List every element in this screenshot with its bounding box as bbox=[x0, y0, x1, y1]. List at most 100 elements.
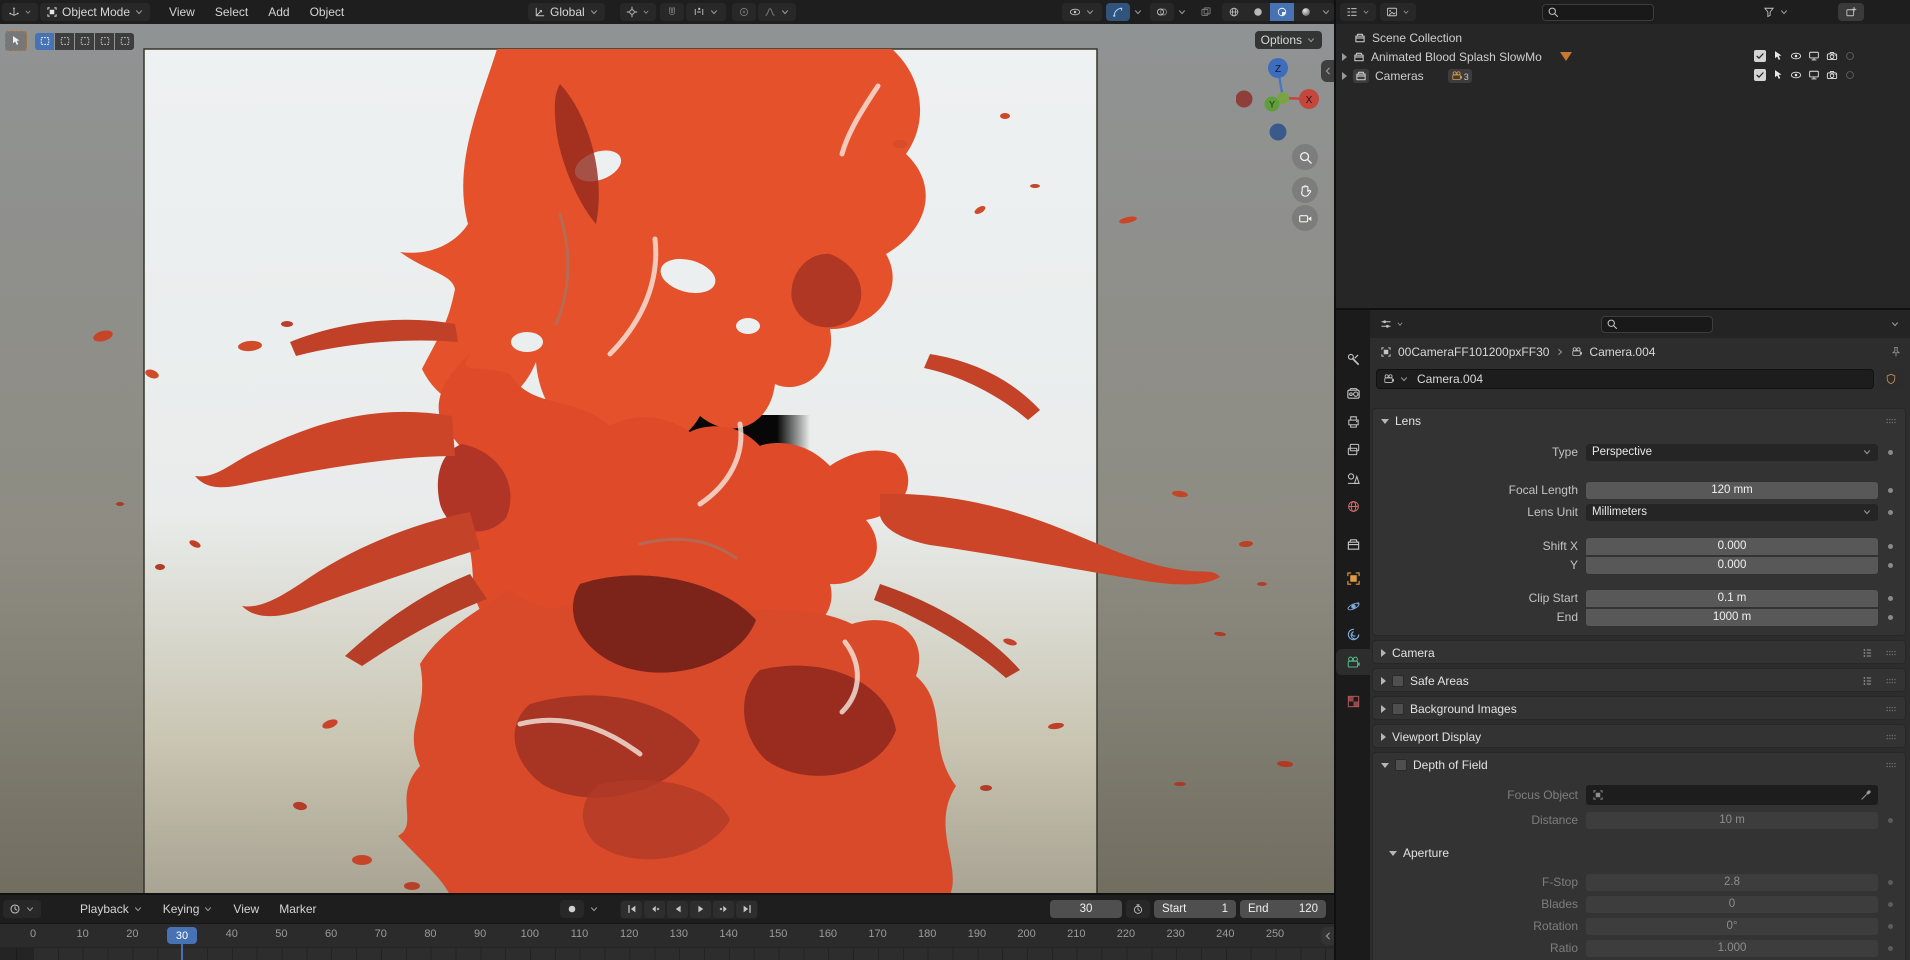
viewport-3d[interactable]: Options Y Z X bbox=[0, 24, 1334, 895]
overlays-dropdown[interactable] bbox=[1174, 3, 1190, 21]
select-mode-extend-button[interactable] bbox=[55, 32, 74, 50]
grip-dots-icon[interactable] bbox=[1885, 415, 1897, 427]
lens-panel-header[interactable]: Lens bbox=[1373, 409, 1905, 433]
overlays-toggle[interactable] bbox=[1150, 3, 1174, 21]
tab-object[interactable] bbox=[1336, 565, 1370, 591]
select-mode-set-button[interactable] bbox=[35, 32, 54, 50]
shading-solid-button[interactable] bbox=[1246, 3, 1270, 21]
holdout-circle-icon[interactable] bbox=[1844, 50, 1856, 62]
blades-slider[interactable]: 0 bbox=[1586, 895, 1878, 913]
animate-dot[interactable] bbox=[1888, 923, 1893, 929]
camera-panel-header[interactable]: Camera bbox=[1373, 641, 1905, 665]
snap-toggle[interactable] bbox=[660, 3, 684, 21]
camera-view-button[interactable] bbox=[1292, 205, 1318, 231]
tab-view-layer[interactable] bbox=[1336, 436, 1370, 462]
tab-tool[interactable] bbox=[1336, 346, 1370, 372]
depth-of-field-panel-header[interactable]: Depth of Field bbox=[1373, 753, 1905, 777]
grip-dots-icon[interactable] bbox=[1885, 647, 1897, 659]
next-keyframe-button[interactable] bbox=[713, 900, 734, 918]
tab-collection[interactable] bbox=[1336, 531, 1370, 557]
animate-dot[interactable] bbox=[1888, 901, 1893, 907]
frame-end-field[interactable]: End 120 bbox=[1240, 900, 1326, 918]
outliner-search[interactable] bbox=[1542, 3, 1654, 21]
proportional-edit-toggle[interactable] bbox=[732, 3, 756, 21]
render-disable-icon[interactable] bbox=[1826, 50, 1838, 62]
frame-start-field[interactable]: Start 1 bbox=[1154, 900, 1236, 918]
select-mode-intersect-button[interactable] bbox=[115, 32, 134, 50]
clip-start-slider[interactable]: 0.1 m bbox=[1586, 589, 1878, 607]
gizmos-toggle[interactable] bbox=[1106, 3, 1130, 21]
presets-list-icon[interactable] bbox=[1861, 647, 1873, 659]
render-disable-icon[interactable] bbox=[1826, 69, 1838, 81]
selectable-cursor-icon[interactable] bbox=[1772, 69, 1784, 81]
safe-areas-checkbox[interactable] bbox=[1392, 675, 1404, 687]
type-dropdown[interactable]: Perspective bbox=[1586, 443, 1878, 461]
tab-physics[interactable] bbox=[1336, 593, 1370, 619]
properties-search-input[interactable] bbox=[1621, 318, 1708, 330]
previous-keyframe-button[interactable] bbox=[644, 900, 665, 918]
editor-type-button[interactable] bbox=[2, 3, 38, 21]
proportional-falloff-dropdown[interactable] bbox=[758, 3, 796, 21]
rotation-slider[interactable]: 0° bbox=[1586, 917, 1878, 935]
fake-user-button[interactable] bbox=[1878, 369, 1904, 389]
new-collection-button[interactable] bbox=[1838, 3, 1864, 21]
play-reverse-button[interactable] bbox=[667, 900, 688, 918]
shift-y-slider[interactable]: 0.000 bbox=[1586, 556, 1878, 574]
menu-view[interactable]: View bbox=[160, 3, 204, 21]
tab-scene[interactable] bbox=[1336, 465, 1370, 491]
distance-slider[interactable]: 10 m bbox=[1586, 811, 1878, 829]
tab-texture[interactable] bbox=[1336, 688, 1370, 714]
animate-dot[interactable] bbox=[1888, 879, 1893, 885]
menu-add[interactable]: Add bbox=[259, 3, 298, 21]
tab-output[interactable] bbox=[1336, 408, 1370, 434]
outliner-editor-type-button[interactable] bbox=[1340, 3, 1376, 21]
snap-target-dropdown[interactable] bbox=[686, 3, 726, 21]
breadcrumb-object[interactable]: 00CameraFF101200pxFF30 bbox=[1398, 345, 1549, 359]
pan-button[interactable] bbox=[1292, 177, 1318, 203]
animate-dot[interactable] bbox=[1888, 449, 1893, 455]
properties-options-dropdown[interactable] bbox=[1886, 315, 1904, 333]
viewport-display-panel-header[interactable]: Viewport Display bbox=[1373, 725, 1905, 749]
animate-dot[interactable] bbox=[1888, 817, 1893, 823]
pin-icon[interactable] bbox=[1890, 346, 1902, 358]
shift-x-slider[interactable]: 0.000 bbox=[1586, 537, 1878, 555]
current-frame-field[interactable]: 30 bbox=[1050, 900, 1122, 918]
outliner-filter-dropdown[interactable] bbox=[1756, 3, 1796, 21]
jump-to-end-button[interactable] bbox=[736, 900, 757, 918]
tab-constraints[interactable] bbox=[1336, 621, 1370, 647]
playhead[interactable]: 30 bbox=[167, 927, 198, 944]
options-button[interactable]: Options bbox=[1254, 31, 1322, 49]
active-tool-indicator[interactable] bbox=[5, 31, 27, 51]
orientation-dropdown[interactable]: Global bbox=[528, 3, 605, 21]
tab-world[interactable] bbox=[1336, 493, 1370, 519]
aperture-subpanel-header[interactable]: Aperture bbox=[1381, 841, 1457, 865]
depth-of-field-checkbox[interactable] bbox=[1395, 759, 1407, 771]
clip-end-slider[interactable]: 1000 m bbox=[1586, 608, 1878, 626]
timeline-collapse-tab[interactable] bbox=[1321, 927, 1334, 945]
grip-dots-icon[interactable] bbox=[1885, 675, 1897, 687]
gizmos-dropdown[interactable] bbox=[1130, 3, 1146, 21]
outliner-display-mode-button[interactable] bbox=[1380, 3, 1416, 21]
background-images-panel-header[interactable]: Background Images bbox=[1373, 697, 1905, 721]
menu-keying[interactable]: Keying bbox=[154, 900, 223, 918]
timeline-channel-strip[interactable] bbox=[0, 947, 1334, 960]
tab-object-data[interactable] bbox=[1336, 649, 1370, 675]
keying-set-dropdown[interactable] bbox=[586, 900, 602, 918]
viewport-disable-icon[interactable] bbox=[1808, 50, 1820, 62]
presets-list-icon[interactable] bbox=[1861, 675, 1873, 687]
fstop-slider[interactable]: 2.8 bbox=[1586, 873, 1878, 891]
background-images-checkbox[interactable] bbox=[1392, 703, 1404, 715]
use-preview-range-toggle[interactable] bbox=[1126, 900, 1150, 918]
focal-length-slider[interactable]: 120 mm bbox=[1586, 481, 1878, 499]
outliner-search-input[interactable] bbox=[1562, 6, 1649, 18]
hide-eye-icon[interactable] bbox=[1790, 69, 1802, 81]
exclude-checkbox[interactable] bbox=[1754, 50, 1766, 62]
grip-dots-icon[interactable] bbox=[1885, 703, 1897, 715]
animate-dot[interactable] bbox=[1888, 543, 1893, 549]
breadcrumb-data[interactable]: Camera.004 bbox=[1589, 345, 1655, 359]
grip-dots-icon[interactable] bbox=[1885, 759, 1897, 771]
shading-wireframe-button[interactable] bbox=[1222, 3, 1246, 21]
timeline-ruler[interactable]: 0 10 20 40 50 60 70 80 90 100 110 120 130 140 150 160 17… bbox=[0, 923, 1334, 947]
select-mode-subtract-button[interactable] bbox=[75, 32, 94, 50]
menu-select[interactable]: Select bbox=[206, 3, 257, 21]
